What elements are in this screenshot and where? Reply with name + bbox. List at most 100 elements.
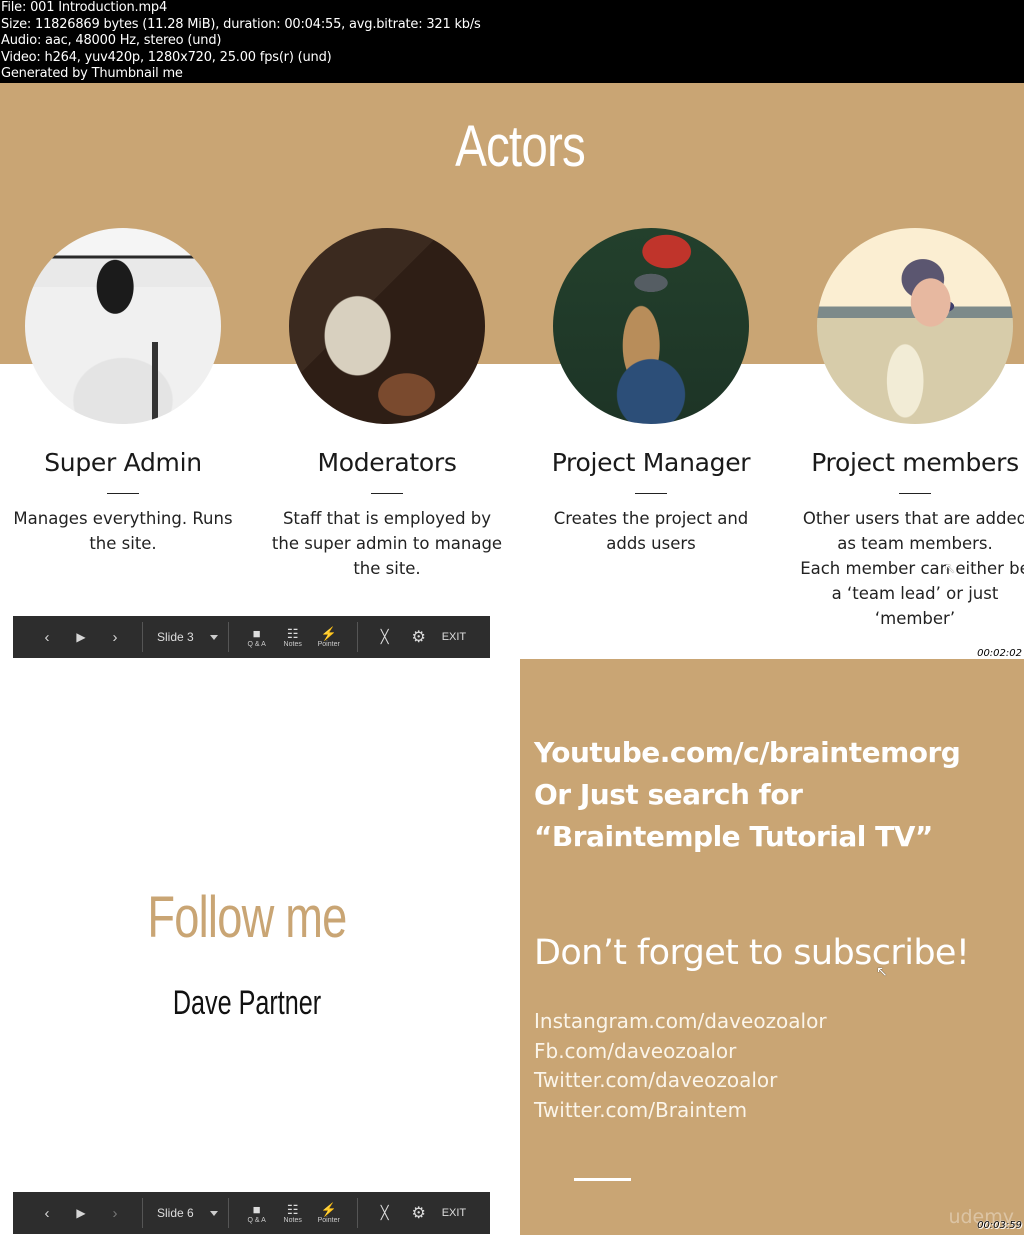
video-frame-follow-left: Follow me Dave Partner ‹ ▶ › Slide 6 ■ Q… <box>0 659 520 1235</box>
audio-info-line: Audio: aac, 48000 Hz, stereo (und) <box>1 33 222 49</box>
file-size-line: Size: 11826869 bytes (11.28 MiB), durati… <box>1 16 481 32</box>
toolbar-divider <box>227 1198 229 1228</box>
exit-fullscreen-button[interactable]: ╳ <box>368 1204 402 1222</box>
youtube-channel-name: “Braintemple Tutorial TV” <box>534 820 933 853</box>
chat-icon: ■ <box>252 625 261 641</box>
file-info-header: File: 001 Introduction.mp4 Size: 1182686… <box>0 0 1024 83</box>
pointer-button[interactable]: ⚡ Pointer <box>311 626 347 648</box>
qa-label: Q & A <box>247 640 266 648</box>
notes-button[interactable]: ☷ Notes <box>275 626 311 648</box>
play-button[interactable]: ▶ <box>64 1206 98 1220</box>
toolbar-divider <box>227 622 229 652</box>
toolbar-divider <box>356 1198 358 1228</box>
desc-line: Each member can either be <box>800 559 1024 578</box>
divider <box>371 493 403 494</box>
desc-line: Creates the project and <box>553 509 749 528</box>
actor-name: Project members <box>811 448 1019 477</box>
slide-select[interactable]: Slide 6 <box>157 1206 218 1220</box>
generator-line: Generated by Thumbnail me <box>1 66 183 82</box>
exit-button[interactable]: EXIT <box>442 1207 466 1219</box>
slides-toolbar: ‹ ▶ › Slide 6 ■ Q & A ☷ Notes ⚡ Pointer … <box>13 1192 490 1234</box>
file-name-line: File: 001 Introduction.mp4 <box>1 0 168 15</box>
pointer-label: Pointer <box>317 1216 340 1224</box>
desc-line: Manages everything. Runs <box>13 509 233 528</box>
divider <box>635 493 667 494</box>
chevron-right-icon: › <box>112 628 118 646</box>
qa-label: Q & A <box>247 1216 266 1224</box>
instagram-link[interactable]: Instangram.com/daveozoalor <box>534 1007 827 1037</box>
author-name: Dave Partner <box>172 984 322 1022</box>
woman-camera-photo <box>553 228 749 424</box>
actor-card-project-manager: Project Manager Creates the project and … <box>531 228 771 556</box>
video-frame-follow-right: Youtube.com/c/braintemorg Or Just search… <box>520 659 1024 1235</box>
notes-button[interactable]: ☷ Notes <box>275 1201 311 1224</box>
mouse-cursor-icon: ↖ <box>876 964 888 980</box>
actor-card-moderators: Moderators Staff that is employed by the… <box>267 228 507 581</box>
woman-ponytail-photo <box>25 228 221 424</box>
exit-fullscreen-icon: ╳ <box>380 629 389 644</box>
actor-card-project-members: Project members Other users that are add… <box>795 228 1024 631</box>
gear-icon: ⚙ <box>411 629 426 646</box>
qa-button[interactable]: ■ Q & A <box>239 625 275 648</box>
chevron-right-icon: › <box>112 1204 118 1222</box>
desc-line: ‘member’ <box>874 609 956 628</box>
caret-down-icon <box>209 634 218 640</box>
play-icon: ▶ <box>76 630 86 644</box>
actor-card-super-admin: Super Admin Manages everything. Runs the… <box>3 228 243 556</box>
exit-button[interactable]: EXIT <box>442 631 466 643</box>
video-info-line: Video: h264, yuv420p, 1280x720, 25.00 fp… <box>1 49 332 65</box>
settings-button[interactable]: ⚙ <box>402 1203 436 1223</box>
toolbar-divider <box>142 622 143 652</box>
slides-toolbar: ‹ ▶ › Slide 3 ■ Q & A ☷ Notes ⚡ Pointer … <box>13 616 490 658</box>
frame-timestamp: 00:03:59 <box>977 1220 1022 1231</box>
slide-select[interactable]: Slide 3 <box>157 630 218 644</box>
desc-line: a ‘team lead’ or just <box>831 584 999 603</box>
notes-label: Notes <box>283 1216 302 1224</box>
toolbar-divider <box>356 622 358 652</box>
toolbar-divider <box>142 1198 143 1228</box>
subscribe-reminder: Don’t forget to subscribe! <box>534 933 970 973</box>
actor-description: Other users that are added as team membe… <box>795 506 1024 631</box>
qa-button[interactable]: ■ Q & A <box>239 1202 275 1224</box>
desc-line: Staff that is employed by <box>282 509 492 528</box>
notes-label: Notes <box>283 640 302 648</box>
gear-icon: ⚙ <box>411 1205 426 1222</box>
slide-title: Actors <box>455 114 586 179</box>
actor-description: Staff that is employed by the super admi… <box>267 506 507 581</box>
divider <box>574 1178 631 1181</box>
divider <box>107 493 139 494</box>
mouse-cursor-icon: ↖ <box>944 561 956 577</box>
actor-description: Creates the project and adds users <box>531 506 771 556</box>
play-button[interactable]: ▶ <box>64 630 98 644</box>
twitter-link[interactable]: Twitter.com/daveozoalor <box>534 1066 827 1096</box>
desc-line: the site. <box>353 559 421 578</box>
exit-fullscreen-button[interactable]: ╳ <box>368 628 402 646</box>
settings-button[interactable]: ⚙ <box>402 627 436 647</box>
twitter-braintem-link[interactable]: Twitter.com/Braintem <box>534 1096 827 1126</box>
actor-description: Manages everything. Runs the site. <box>3 506 243 556</box>
next-slide-button[interactable]: › <box>98 629 132 646</box>
notes-icon: ☷ <box>286 1201 299 1217</box>
facebook-link[interactable]: Fb.com/daveozoalor <box>534 1037 827 1067</box>
video-frame-actors: Actors Super Admin Manages everything. R… <box>0 83 1024 659</box>
frame-timestamp: 00:02:02 <box>977 648 1022 659</box>
youtube-link[interactable]: Youtube.com/c/braintemorg <box>534 732 961 774</box>
actor-name: Project Manager <box>551 448 751 477</box>
caret-down-icon <box>209 1210 218 1216</box>
previous-slide-button[interactable]: ‹ <box>30 1205 64 1222</box>
chevron-left-icon: ‹ <box>44 628 50 646</box>
previous-slide-button[interactable]: ‹ <box>30 629 64 646</box>
chevron-left-icon: ‹ <box>44 1204 50 1222</box>
pointer-button[interactable]: ⚡ Pointer <box>311 1201 347 1224</box>
social-links: Instangram.com/daveozoalor Fb.com/daveoz… <box>534 1007 827 1125</box>
desc-line: the super admin to manage <box>271 534 503 553</box>
man-working-photo <box>289 228 485 424</box>
woman-flowers-photo <box>817 228 1013 424</box>
pointer-label: Pointer <box>317 640 340 648</box>
actor-name: Moderators <box>317 448 457 477</box>
laser-pointer-icon: ⚡ <box>320 1201 337 1217</box>
exit-fullscreen-icon: ╳ <box>380 1205 389 1220</box>
youtube-search-hint: Or Just search for <box>534 778 803 811</box>
divider <box>899 493 931 494</box>
next-slide-button[interactable]: › <box>98 1205 132 1222</box>
